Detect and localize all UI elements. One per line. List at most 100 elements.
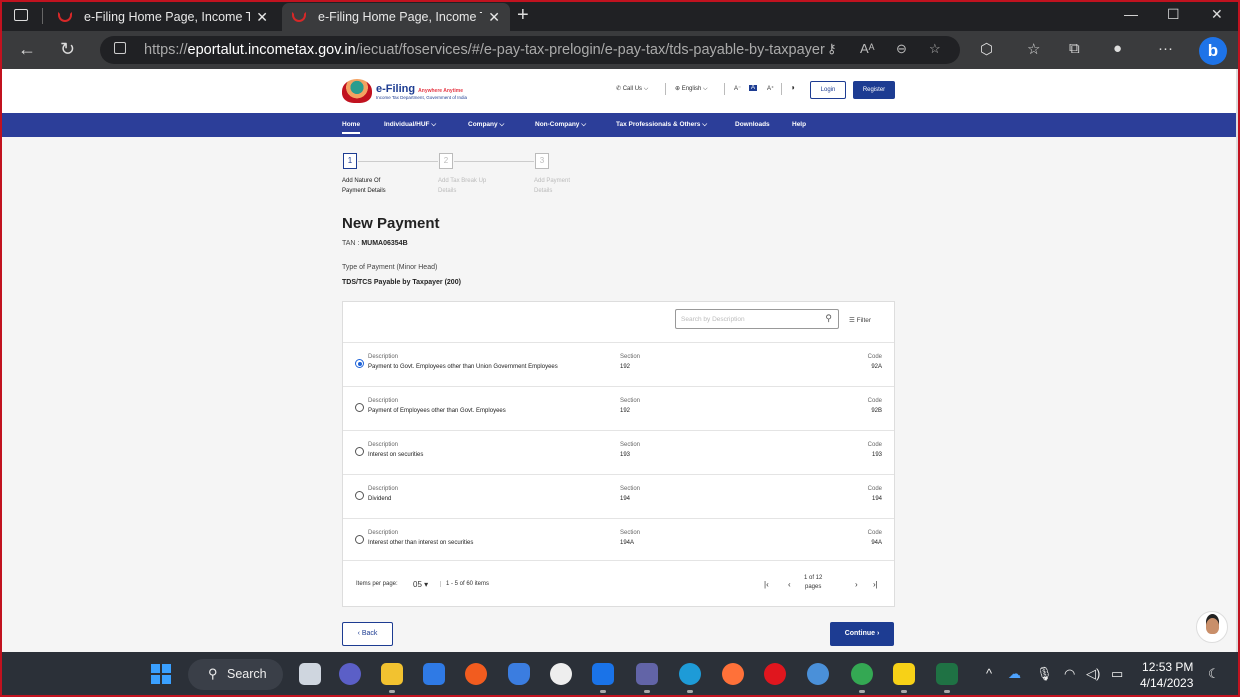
- table-row[interactable]: Description Interest other than interest …: [343, 518, 894, 562]
- font-decrease-button[interactable]: A⁻: [734, 85, 741, 92]
- minimize-icon[interactable]: —: [1124, 6, 1138, 22]
- close-tab-icon[interactable]: ✕: [256, 9, 268, 26]
- opera-icon[interactable]: [764, 663, 786, 685]
- search-input[interactable]: Search by Description ⚲: [675, 309, 839, 329]
- back-button[interactable]: ‹ Back: [342, 622, 393, 646]
- nav-tax-professionals[interactable]: Tax Professionals & Others ⌵: [616, 121, 707, 129]
- read-aloud-icon[interactable]: Aᴬ: [860, 41, 875, 56]
- bing-chat-icon[interactable]: b: [1199, 37, 1227, 65]
- favorite-star-icon[interactable]: ☆: [929, 41, 941, 57]
- last-page-icon[interactable]: ›|: [873, 580, 878, 589]
- tray-overflow-icon[interactable]: ^: [986, 666, 992, 681]
- search-icon[interactable]: ⚲: [825, 313, 832, 324]
- zoom-icon[interactable]: ⊖: [896, 41, 907, 57]
- page-scrollbar[interactable]: [1236, 69, 1238, 652]
- first-page-icon[interactable]: |‹: [764, 580, 769, 589]
- file-explorer-icon[interactable]: [381, 663, 403, 693]
- site-favicon-icon: [58, 12, 72, 22]
- continue-button[interactable]: Continue ›: [830, 622, 894, 646]
- close-tab-icon[interactable]: ✕: [488, 9, 500, 26]
- logo-tagline: Anywhere Anytime: [418, 87, 463, 94]
- profile-icon[interactable]: ●: [1113, 40, 1122, 57]
- store-icon[interactable]: [423, 663, 445, 685]
- tab-divider: [42, 8, 43, 24]
- table-row[interactable]: Description Payment to Govt. Employees ot…: [343, 342, 894, 386]
- table-row[interactable]: Description Interest on securities Sectio…: [343, 430, 894, 474]
- table-row[interactable]: Description Dividend Section 194 Code 194: [343, 474, 894, 518]
- microphone-icon[interactable]: 🎙: [1036, 666, 1053, 682]
- task-view-icon[interactable]: [299, 663, 321, 685]
- battery-icon[interactable]: ▭: [1111, 666, 1123, 682]
- items-per-page-select[interactable]: 05 ▾: [413, 580, 428, 589]
- more-menu-icon[interactable]: ···: [1158, 40, 1173, 57]
- close-window-icon[interactable]: ✕: [1211, 6, 1223, 23]
- language-select[interactable]: ⊕ English ⌵: [675, 85, 708, 93]
- row-radio[interactable]: [355, 403, 364, 412]
- defender-icon[interactable]: [508, 663, 530, 685]
- nav-downloads[interactable]: Downloads: [735, 121, 770, 128]
- system-clock[interactable]: 12:53 PM 4/14/2023: [1140, 659, 1193, 691]
- maximize-icon[interactable]: ☐: [1167, 6, 1180, 23]
- nav-non-company[interactable]: Non-Company ⌵: [535, 121, 586, 129]
- table-row[interactable]: Description Payment of Employees other th…: [343, 386, 894, 430]
- register-button[interactable]: Register: [853, 81, 895, 99]
- browser-tab-2-active[interactable]: e-Filing Home Page, Income Tax ✕: [282, 3, 510, 31]
- next-page-icon[interactable]: ›: [855, 580, 858, 589]
- step-connector: [358, 161, 438, 162]
- site-favicon-icon: [292, 12, 306, 22]
- font-increase-button[interactable]: A⁺: [767, 85, 774, 92]
- tab-actions-icon[interactable]: [14, 9, 28, 21]
- refresh-icon[interactable]: ↻: [60, 39, 75, 60]
- outlook-icon[interactable]: [592, 663, 614, 693]
- settings-app-icon[interactable]: [807, 663, 829, 685]
- edge-browser-icon[interactable]: [679, 663, 701, 693]
- onedrive-icon[interactable]: ☁: [1008, 666, 1021, 682]
- volume-icon[interactable]: ◁): [1086, 666, 1100, 682]
- step-3-indicator: 3: [535, 153, 549, 169]
- browser-tab-1[interactable]: e-Filing Home Page, Income Tax ✕: [48, 3, 278, 31]
- row-radio[interactable]: [355, 535, 364, 544]
- contrast-toggle-icon[interactable]: ◑: [790, 83, 795, 92]
- prev-page-icon[interactable]: ‹: [788, 580, 791, 589]
- soccer-app-icon[interactable]: [550, 663, 572, 685]
- extensions-icon[interactable]: ⬡: [980, 40, 993, 58]
- windows-start-icon[interactable]: [151, 664, 171, 684]
- row-radio[interactable]: [355, 359, 364, 368]
- nav-company[interactable]: Company ⌵: [468, 121, 504, 129]
- row-description: Dividend: [368, 496, 392, 502]
- paint-app-icon[interactable]: [465, 663, 487, 685]
- filter-button[interactable]: ☰ Filter: [849, 316, 871, 324]
- row-section: 194A: [620, 540, 635, 546]
- efiling-logo[interactable]: e-Filing Anywhere Anytime Income Tax Dep…: [342, 79, 467, 103]
- row-radio[interactable]: [355, 491, 364, 500]
- chrome-icon[interactable]: [851, 663, 873, 693]
- wifi-icon[interactable]: ◠: [1064, 666, 1075, 682]
- firefox-icon[interactable]: [722, 663, 744, 685]
- site-header: e-Filing Anywhere Anytime Income Tax Dep…: [2, 69, 1238, 113]
- row-radio[interactable]: [355, 447, 364, 456]
- teams-chat-icon[interactable]: [339, 663, 361, 685]
- login-button[interactable]: Login: [810, 81, 846, 99]
- font-normal-button[interactable]: A: [749, 85, 758, 91]
- divider: [724, 83, 725, 95]
- nav-home[interactable]: Home: [342, 121, 361, 134]
- favorites-icon[interactable]: ☆: [1027, 40, 1040, 58]
- step-1-indicator: 1: [343, 153, 357, 169]
- new-tab-icon[interactable]: +: [517, 4, 529, 27]
- logo-title: e-Filing: [376, 82, 416, 95]
- collections-icon[interactable]: ⧉: [1069, 40, 1080, 57]
- back-arrow-icon[interactable]: ←: [18, 39, 36, 60]
- address-bar[interactable]: https://eportalut.incometax.gov.in/iecua…: [100, 36, 960, 64]
- page-indicator: 1 of 12 pages: [804, 575, 823, 590]
- row-section: 193: [620, 452, 631, 458]
- nav-help[interactable]: Help: [792, 121, 806, 128]
- taskbar-search[interactable]: ⚲ Search: [188, 659, 283, 690]
- sticky-notes-icon[interactable]: [893, 663, 915, 693]
- excel-icon[interactable]: [936, 663, 958, 693]
- call-us-menu[interactable]: ✆ Call Us ⌵: [616, 85, 648, 93]
- key-icon[interactable]: ⚷: [827, 41, 837, 57]
- chatbot-avatar-icon[interactable]: [1196, 611, 1228, 643]
- notifications-icon[interactable]: ☾: [1208, 666, 1220, 682]
- nav-individual[interactable]: Individual/HUF ⌵: [384, 121, 436, 129]
- teams-icon[interactable]: [636, 663, 658, 693]
